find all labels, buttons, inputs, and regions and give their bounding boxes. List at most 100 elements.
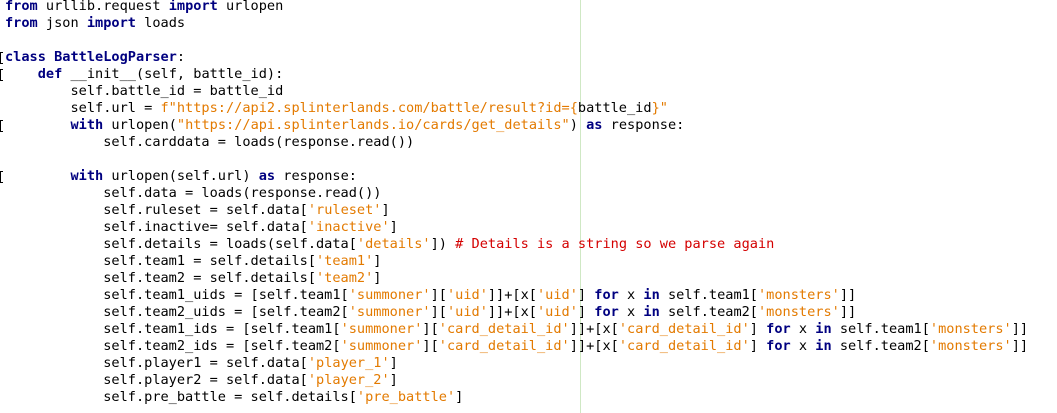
string-token: 'summoner'	[348, 287, 431, 303]
code-token: loads	[135, 15, 186, 31]
code-line: self.carddata = loads(response.read())	[5, 134, 1028, 151]
string-token: 'player_2'	[307, 372, 390, 388]
code-line: from json import loads	[5, 15, 1028, 32]
code-token: self.team2[	[659, 304, 758, 320]
keyword-token: as	[586, 117, 603, 133]
string-token: 'monsters'	[758, 304, 840, 320]
code-token: ]]+[x[	[487, 304, 537, 320]
string-token: 'ruleset'	[307, 202, 382, 218]
comment-token: # Details is a string so we parse again	[455, 236, 775, 252]
code-token: ]	[373, 253, 382, 269]
code-token: ]	[577, 304, 595, 320]
code-token: ])	[430, 236, 456, 252]
code-line: self.team2 = self.details['team2']	[5, 270, 1028, 287]
string-token: 'monsters'	[758, 287, 840, 303]
code-token: :	[176, 49, 186, 65]
code-token: x	[618, 304, 644, 320]
code-token: self.inactive= self.data[	[5, 219, 308, 235]
code-token: __init__(self, battle_id):	[62, 66, 284, 82]
string-token: 'summoner'	[348, 304, 431, 320]
code-line: self.ruleset = self.data['ruleset']	[5, 202, 1028, 219]
code-token: ]	[389, 219, 398, 235]
code-token: ]]	[1011, 338, 1029, 354]
code-token: urlopen(self.url)	[103, 168, 259, 184]
keyword-token: import	[86, 15, 136, 31]
string-token: }"	[651, 100, 668, 116]
code-token: )	[569, 117, 587, 133]
string-token: 'card_detail_id'	[438, 338, 570, 354]
code-token: ]	[389, 372, 398, 388]
string-token: "https://api.splinterlands.io/cards/get_…	[176, 117, 570, 133]
keyword-token: with	[70, 117, 104, 133]
code-token: ][	[422, 338, 439, 354]
fold-marker-icon[interactable]	[0, 52, 3, 64]
code-token: urlopen(	[103, 117, 177, 133]
code-line: self.battle_id = battle_id	[5, 83, 1028, 100]
fold-marker-icon[interactable]	[0, 171, 3, 183]
string-token: 'uid'	[446, 304, 488, 320]
code-token: urllib.request	[37, 0, 169, 14]
keyword-token: BattleLogParser	[54, 49, 177, 65]
code-token: ]]+[x[	[487, 287, 537, 303]
code-editor[interactable]: from urllib.request import urlopen from j…	[0, 0, 1057, 413]
keyword-token: import	[168, 0, 218, 14]
code-token: json	[37, 15, 87, 31]
code-text-area[interactable]: from urllib.request import urlopen from j…	[5, 0, 1028, 406]
code-line: self.inactive= self.data['inactive']	[5, 219, 1028, 236]
fold-marker-icon[interactable]	[0, 120, 3, 132]
code-token: self.carddata = loads(response.read())	[5, 134, 415, 150]
code-token: self.team1_uids = [self.team1[	[5, 287, 349, 303]
code-token: self.team1[	[659, 287, 758, 303]
code-token: ]	[389, 355, 398, 371]
code-token: ]]	[839, 287, 857, 303]
code-token: ]]+[x[	[569, 338, 619, 354]
string-token: 'inactive'	[307, 219, 390, 235]
keyword-token: in	[643, 287, 660, 303]
code-token: response:	[602, 117, 685, 133]
code-token: self.player1 = self.data[	[5, 355, 308, 371]
code-token: ]	[577, 287, 595, 303]
fold-marker-icon[interactable]	[0, 69, 3, 81]
code-token: self.details = loads(self.data[	[5, 236, 357, 252]
code-token: ]	[749, 321, 767, 337]
code-token: ][	[430, 287, 447, 303]
keyword-token: as	[258, 168, 276, 184]
keyword-token: for	[766, 321, 791, 337]
code-line: self.player1 = self.data['player_1']	[5, 355, 1028, 372]
keyword-token: class	[5, 49, 46, 65]
keyword-token: def	[37, 66, 63, 82]
code-token: urlopen	[217, 0, 284, 14]
keyword-token: for	[766, 338, 791, 354]
code-token: self.battle_id = battle_id	[5, 83, 284, 99]
code-token: x	[618, 287, 644, 303]
string-token: 'player_1'	[307, 355, 390, 371]
code-line: def __init__(self, battle_id):	[5, 66, 1028, 83]
code-token: self.ruleset = self.data[	[5, 202, 308, 218]
code-token: self.pre_battle = self.details[	[5, 389, 357, 405]
string-token: 'uid'	[536, 304, 578, 320]
keyword-token: from	[5, 0, 38, 14]
string-token: 'uid'	[536, 287, 578, 303]
code-token: self.team1_ids = [self.team1[	[5, 321, 341, 337]
code-token: battle_id	[577, 100, 652, 116]
code-line: self.url = f"https://api2.splinterlands.…	[5, 100, 1028, 117]
keyword-token: for	[594, 287, 619, 303]
code-token: ]	[381, 202, 390, 218]
code-token: ]]	[1011, 321, 1029, 337]
code-line: self.data = loads(response.read())	[5, 185, 1028, 202]
string-token: 'card_detail_id'	[618, 338, 750, 354]
keyword-token: from	[5, 15, 38, 31]
code-token: ]]+[x[	[569, 321, 619, 337]
code-line: self.team2_uids = [self.team2['summoner'…	[5, 304, 1028, 321]
code-token: self.team1 = self.details[	[5, 253, 316, 269]
code-line: self.player2 = self.data['player_2']	[5, 372, 1028, 389]
keyword-token: in	[643, 304, 660, 320]
string-token: 'uid'	[446, 287, 488, 303]
code-token: ]]	[839, 304, 857, 320]
string-token: 'team1'	[316, 253, 374, 269]
